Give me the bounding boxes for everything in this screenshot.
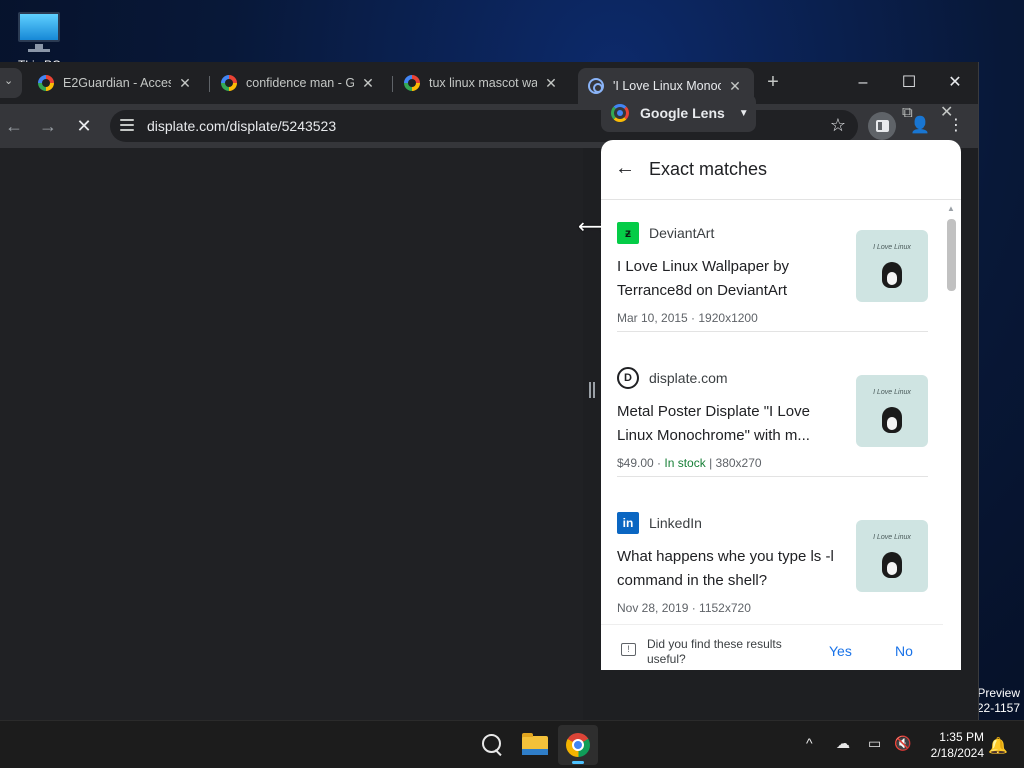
new-tab-button[interactable]: + bbox=[762, 72, 784, 94]
loading-favicon-icon bbox=[588, 78, 604, 94]
result-source: DeviantArt bbox=[649, 225, 715, 241]
tab-title: tux linux mascot wall bbox=[429, 76, 537, 90]
stock-status: In stock bbox=[664, 456, 706, 470]
result-source: LinkedIn bbox=[649, 515, 702, 531]
side-panel-title: Google Lens bbox=[640, 105, 725, 121]
address-bar-url[interactable]: displate.com/displate/5243523 bbox=[147, 118, 336, 134]
result-item[interactable]: D displate.com Metal Poster Displate "I … bbox=[617, 347, 928, 477]
feedback-no-button[interactable]: No bbox=[895, 643, 913, 659]
lens-results-card: ← Exact matches ƶ DeviantArt I Love Linu… bbox=[601, 140, 961, 670]
network-icon[interactable]: ▭ bbox=[868, 735, 881, 752]
feedback-bar: ! Did you find these results useful? Yes… bbox=[601, 624, 943, 670]
results-header: ← Exact matches bbox=[601, 140, 961, 200]
result-item[interactable]: ƶ DeviantArt I Love Linux Wallpaper by T… bbox=[617, 202, 928, 332]
search-icon[interactable] bbox=[476, 729, 508, 761]
chrome-taskbar-icon[interactable] bbox=[558, 725, 598, 765]
tux-penguin-icon bbox=[882, 262, 902, 288]
displate-logo-icon: D bbox=[617, 367, 639, 389]
tab-title: 'I Love Linux Monoch bbox=[613, 79, 721, 93]
windows-preview-watermark: Preview 22-1157 bbox=[976, 686, 1020, 715]
google-favicon-icon bbox=[38, 75, 54, 91]
linkedin-logo-icon: in bbox=[617, 512, 639, 534]
chrome-logo-icon bbox=[566, 733, 590, 757]
result-title[interactable]: I Love Linux Wallpaper by Terrance8d on … bbox=[617, 255, 841, 303]
this-pc-desktop-icon[interactable]: This PC bbox=[14, 8, 64, 70]
result-title[interactable]: What happens whe you type ls -l command … bbox=[617, 545, 841, 593]
tab-e2guardian[interactable]: E2Guardian - Access ✕ bbox=[28, 68, 201, 98]
chevron-down-icon: ⌄ bbox=[4, 75, 14, 87]
forward-button[interactable]: → bbox=[34, 112, 62, 140]
result-meta: $49.00 · In stock | 380x270 bbox=[617, 456, 762, 470]
tux-penguin-icon bbox=[882, 407, 902, 433]
result-size: | 380x270 bbox=[705, 456, 762, 470]
clock-date: 2/18/2024 bbox=[930, 746, 984, 760]
scrollbar-thumb[interactable] bbox=[947, 219, 956, 291]
star-icon[interactable]: ☆ bbox=[830, 115, 846, 136]
tab-title: E2Guardian - Access bbox=[63, 76, 171, 90]
tab-close-icon[interactable]: ✕ bbox=[545, 75, 557, 92]
tux-penguin-icon bbox=[882, 552, 902, 578]
minimize-button[interactable]: – bbox=[840, 68, 886, 98]
volume-muted-icon[interactable]: 🔇 bbox=[894, 735, 911, 752]
result-title[interactable]: Metal Poster Displate "I Love Linux Mono… bbox=[617, 400, 841, 448]
feedback-yes-button[interactable]: Yes bbox=[829, 643, 852, 659]
side-panel-selector[interactable]: Google Lens ▼ bbox=[601, 94, 756, 132]
show-hidden-icons-chevron-icon[interactable]: ^ bbox=[806, 735, 813, 751]
results-scrollbar[interactable]: ▲ bbox=[944, 204, 958, 670]
result-thumbnail[interactable]: I Love Linux bbox=[856, 375, 928, 447]
feedback-question: Did you find these results useful? bbox=[647, 637, 782, 666]
tab-confidence-man[interactable]: confidence man - Go ✕ bbox=[211, 68, 384, 98]
result-price: $49.00 bbox=[617, 456, 654, 470]
deviantart-logo-icon: ƶ bbox=[617, 222, 639, 244]
result-thumbnail[interactable]: I Love Linux bbox=[856, 230, 928, 302]
file-explorer-icon[interactable] bbox=[519, 729, 551, 761]
result-meta: Nov 28, 2019 · 1152x720 bbox=[617, 601, 751, 615]
profile-icon: 👤 bbox=[910, 117, 930, 134]
notifications-bell-icon[interactable]: 🔔 bbox=[988, 736, 1008, 756]
results-heading: Exact matches bbox=[649, 159, 768, 179]
google-favicon-icon bbox=[404, 75, 420, 91]
open-in-new-tab-icon[interactable]: ⧉ bbox=[902, 104, 913, 121]
tab-title: confidence man - Go bbox=[246, 76, 354, 90]
back-arrow-icon[interactable]: ← bbox=[615, 157, 635, 180]
system-clock[interactable]: 1:35 PM 2/18/2024 bbox=[918, 729, 984, 761]
back-button[interactable]: ← bbox=[0, 112, 28, 140]
feedback-icon: ! bbox=[621, 643, 636, 656]
dropdown-caret-icon: ▼ bbox=[738, 107, 749, 119]
close-window-button[interactable]: ✕ bbox=[932, 68, 978, 98]
clock-time: 1:35 PM bbox=[939, 730, 984, 744]
close-side-panel-icon[interactable]: ✕ bbox=[940, 102, 953, 122]
active-app-indicator bbox=[572, 761, 584, 764]
tab-close-icon[interactable]: ✕ bbox=[179, 75, 191, 92]
taskbar: ^ ☁ ▭ 🔇 1:35 PM 2/18/2024 🔔 bbox=[0, 720, 1024, 768]
tab-close-icon[interactable]: ✕ bbox=[362, 75, 374, 92]
google-favicon-icon bbox=[221, 75, 237, 91]
tab-search-dropdown[interactable]: ⌄ bbox=[0, 68, 22, 98]
google-lens-icon bbox=[611, 104, 629, 122]
folder-icon bbox=[522, 733, 548, 755]
maximize-button[interactable]: ☐ bbox=[886, 68, 932, 98]
result-thumbnail[interactable]: I Love Linux bbox=[856, 520, 928, 592]
monitor-icon bbox=[18, 12, 60, 42]
tab-close-icon[interactable]: ✕ bbox=[729, 78, 741, 95]
side-panel-icon bbox=[876, 120, 889, 132]
side-panel-resize-handle[interactable] bbox=[588, 382, 596, 398]
result-meta: Mar 10, 2015 · 1920x1200 bbox=[617, 311, 758, 325]
side-panel-button[interactable] bbox=[868, 112, 896, 140]
result-source: displate.com bbox=[649, 370, 728, 386]
onedrive-offline-icon[interactable]: ☁ bbox=[836, 735, 850, 752]
result-item[interactable]: in LinkedIn What happens whe you type ls… bbox=[617, 492, 928, 622]
tune-icon[interactable] bbox=[120, 119, 134, 133]
stop-loading-button[interactable]: ✕ bbox=[70, 112, 98, 140]
page-content-area bbox=[0, 148, 583, 720]
tab-strip: ⌄ E2Guardian - Access ✕ confidence man -… bbox=[0, 62, 978, 104]
scroll-up-icon[interactable]: ▲ bbox=[947, 204, 955, 213]
tab-tux-linux[interactable]: tux linux mascot wall ✕ bbox=[394, 68, 567, 98]
